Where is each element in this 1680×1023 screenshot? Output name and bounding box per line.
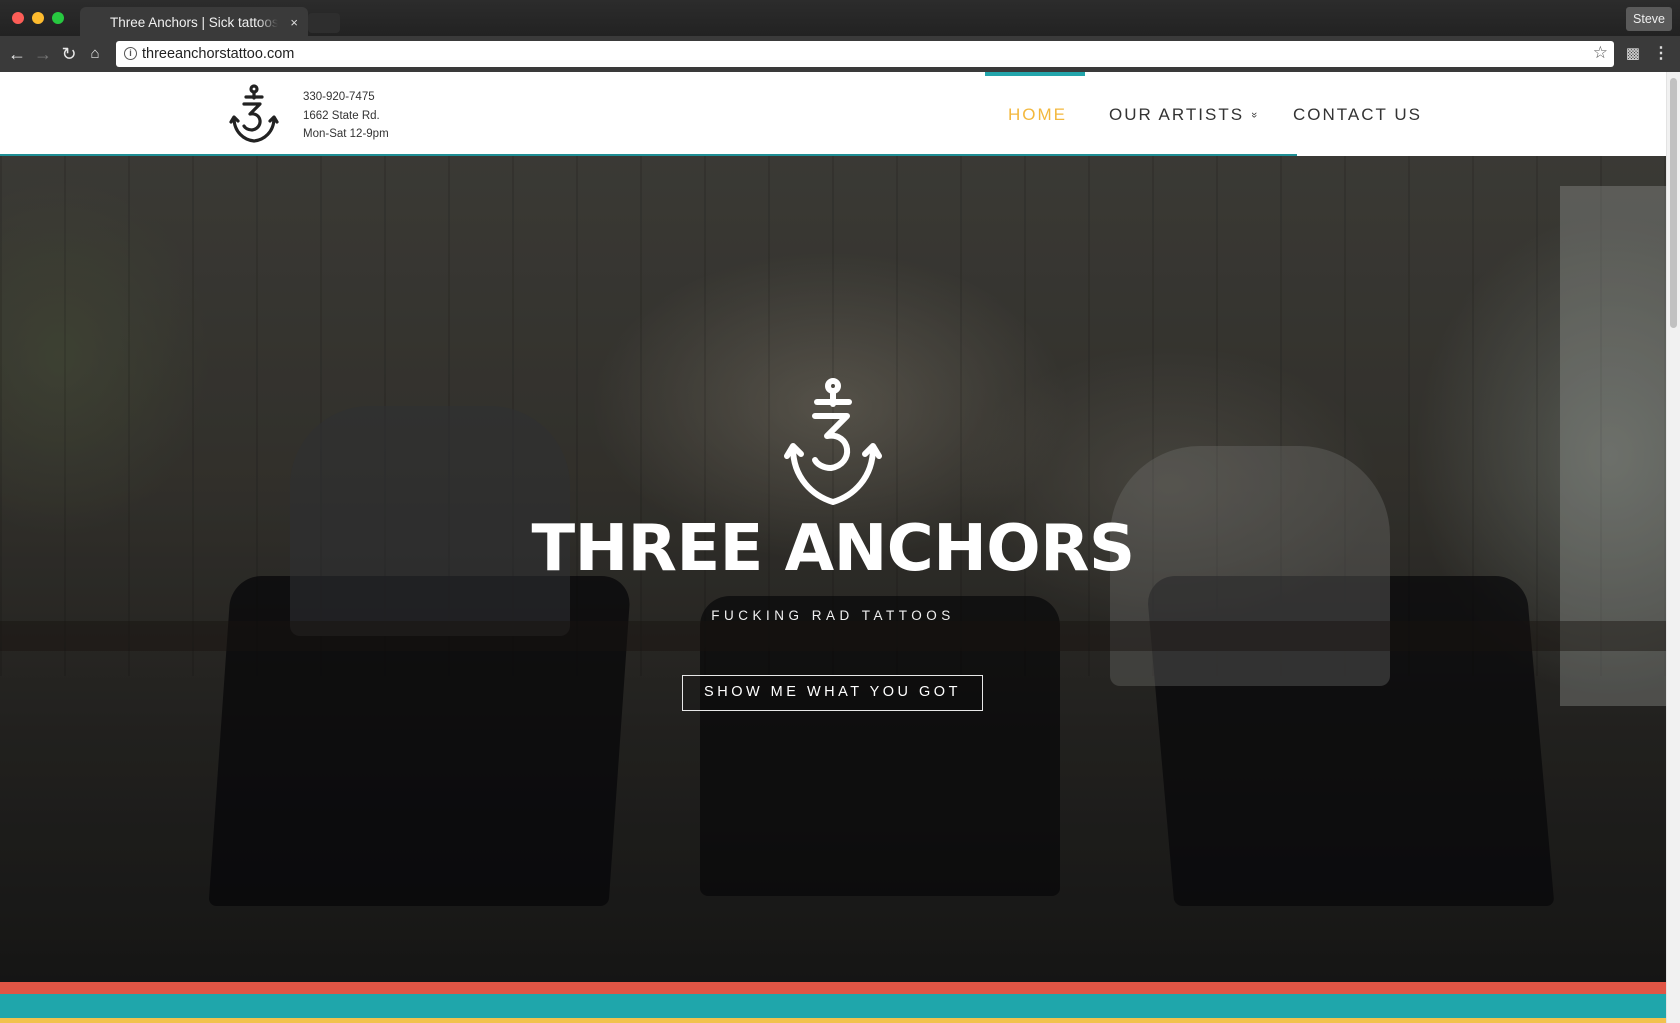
footer-stripe-red — [0, 982, 1666, 994]
browser-titlebar: Three Anchors | Sick tattoos in × Steve — [0, 0, 1680, 36]
hero-title: THREE ANCHORS — [531, 512, 1135, 586]
scrollbar-thumb[interactable] — [1670, 78, 1677, 328]
phone-number[interactable]: 330-920-7475 — [303, 88, 389, 107]
page-viewport: 330-920-7475 1662 State Rd. Mon-Sat 12-9… — [0, 72, 1680, 1023]
anchor-logo-icon[interactable] — [228, 84, 280, 144]
contact-info: 330-920-7475 1662 State Rd. Mon-Sat 12-9… — [303, 88, 389, 144]
hero-section: THREE ANCHORS FUCKING RAD TATTOOS SHOW M… — [0, 156, 1666, 982]
browser-toolbar: ← → ↻ ⌂ i ☆ ▩ ⋮ — [0, 36, 1680, 72]
site-header: 330-920-7475 1662 State Rd. Mon-Sat 12-9… — [0, 72, 1666, 157]
url-input[interactable] — [142, 41, 1562, 67]
page-scrollbar[interactable] — [1666, 72, 1680, 1023]
chevron-down-icon: » — [1247, 111, 1260, 119]
nav-contact-us[interactable]: CONTACT US — [1293, 105, 1422, 125]
info-icon[interactable]: i — [124, 47, 137, 60]
home-icon[interactable]: ⌂ — [84, 43, 106, 65]
business-hours: Mon-Sat 12-9pm — [303, 128, 389, 140]
forward-arrow-icon[interactable]: → — [32, 43, 54, 65]
star-icon[interactable]: ☆ — [1593, 43, 1608, 63]
tab-title: Three Anchors | Sick tattoos in — [110, 15, 278, 30]
show-me-what-you-got-button[interactable]: SHOW ME WHAT YOU GOT — [682, 675, 983, 711]
nav-our-artists[interactable]: OUR ARTISTS » — [1109, 105, 1260, 125]
active-nav-indicator — [985, 72, 1085, 76]
maximize-window-button[interactable] — [52, 12, 64, 24]
new-tab-button[interactable] — [308, 13, 340, 33]
anchor-logo-icon — [784, 378, 882, 505]
kebab-menu-icon[interactable]: ⋮ — [1652, 45, 1670, 63]
nav-home[interactable]: HOME — [1008, 105, 1067, 125]
footer-stripe-yellow — [0, 1018, 1666, 1023]
browser-tab-active[interactable]: Three Anchors | Sick tattoos in × — [80, 7, 308, 36]
minimize-window-button[interactable] — [32, 12, 44, 24]
footer-stripe-teal — [0, 994, 1666, 1018]
reload-icon[interactable]: ↻ — [58, 43, 80, 65]
profile-button[interactable]: Steve — [1626, 7, 1672, 31]
back-arrow-icon[interactable]: ← — [6, 43, 28, 65]
street-address: 1662 State Rd. — [303, 109, 380, 122]
address-bar[interactable]: i ☆ — [116, 41, 1614, 67]
nav-our-artists-label: OUR ARTISTS — [1109, 105, 1245, 124]
hero-tagline: FUCKING RAD TATTOOS — [711, 608, 955, 623]
camera-icon[interactable]: ▩ — [1624, 45, 1642, 63]
close-window-button[interactable] — [12, 12, 24, 24]
tab-close-icon[interactable]: × — [290, 15, 298, 30]
